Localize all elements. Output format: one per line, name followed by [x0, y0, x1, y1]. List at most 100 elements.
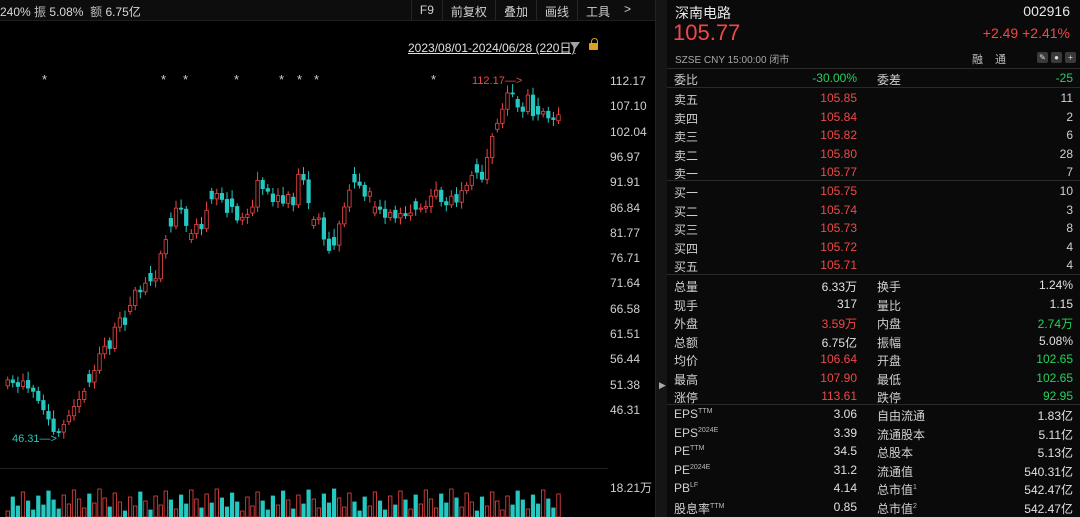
candle-body[interactable] — [342, 206, 347, 225]
candle-body[interactable] — [66, 415, 71, 423]
candle-body[interactable] — [265, 188, 270, 192]
candle-body[interactable] — [184, 208, 189, 226]
candle-body[interactable] — [245, 214, 250, 218]
candle-body[interactable] — [444, 201, 449, 206]
candle-body[interactable] — [168, 218, 173, 227]
candle-body[interactable] — [275, 195, 281, 202]
candle-body[interactable] — [505, 92, 510, 110]
candle-body[interactable] — [148, 272, 153, 282]
candle-body[interactable] — [337, 223, 342, 246]
candle-body[interactable] — [515, 99, 520, 108]
candle-body[interactable] — [306, 179, 311, 204]
candle-body[interactable] — [546, 110, 551, 119]
candle-body[interactable] — [556, 114, 561, 122]
order-book-row[interactable]: 卖四 105.84 2 — [667, 108, 1080, 126]
candle-body[interactable] — [235, 206, 240, 221]
candle-body[interactable] — [173, 207, 179, 227]
chevron-right-icon[interactable]: ▶ — [659, 380, 666, 391]
candle-body[interactable] — [326, 238, 332, 251]
order-book-row[interactable]: 卖三 105.82 6 — [667, 126, 1080, 144]
order-book-row[interactable]: 卖五 105.85 11 — [667, 89, 1080, 107]
candle-body[interactable] — [82, 390, 87, 400]
candle-body[interactable] — [372, 206, 378, 214]
candle-body[interactable] — [367, 191, 372, 197]
f9-button[interactable]: F9 — [410, 0, 442, 20]
candle-body[interactable] — [77, 399, 82, 407]
candle-body[interactable] — [500, 108, 505, 124]
candle-body[interactable] — [469, 175, 474, 186]
order-book-row[interactable]: 买五 105.71 4 — [667, 256, 1080, 274]
kline-chart-area[interactable]: 240% 振 5.08% 额 6.75亿 F9 前复权 叠加 画线 工具 > 2… — [0, 0, 655, 517]
candle-body[interactable] — [403, 213, 408, 217]
candle-body[interactable] — [138, 289, 143, 293]
candle-body[interactable] — [112, 326, 117, 349]
candle-body[interactable] — [357, 181, 362, 186]
candle-body[interactable] — [25, 380, 31, 389]
candle-body[interactable] — [260, 179, 265, 189]
candle-body[interactable] — [398, 213, 403, 219]
candle-body[interactable] — [347, 189, 352, 208]
candle-body[interactable] — [464, 184, 469, 192]
order-book-row[interactable]: 买二 105.74 3 — [667, 201, 1080, 219]
candle-body[interactable] — [214, 193, 219, 200]
candle-body[interactable] — [250, 206, 255, 214]
candle-body[interactable] — [41, 400, 46, 411]
candle-body[interactable] — [291, 196, 296, 206]
order-book-row[interactable]: 买三 105.73 8 — [667, 219, 1080, 237]
candle-body[interactable] — [352, 174, 357, 183]
candle-body[interactable] — [127, 305, 133, 312]
candle-body[interactable] — [454, 194, 459, 203]
candle-body[interactable] — [530, 94, 536, 117]
candle-body[interactable] — [20, 380, 26, 387]
candle-body[interactable] — [189, 233, 194, 241]
candle-body[interactable] — [97, 353, 102, 372]
candle-body[interactable] — [71, 406, 77, 417]
candle-body[interactable] — [5, 379, 10, 387]
candlestick-chart[interactable] — [0, 60, 608, 517]
candle-body[interactable] — [316, 217, 321, 220]
candle-body[interactable] — [525, 94, 531, 112]
bell-icon[interactable]: ● — [1051, 52, 1062, 63]
candle-body[interactable] — [331, 237, 337, 246]
caret-down-icon[interactable] — [570, 42, 580, 49]
draw-line-button[interactable]: 画线 — [535, 0, 577, 20]
candle-body[interactable] — [362, 184, 367, 197]
candle-body[interactable] — [194, 224, 199, 235]
candle-body[interactable] — [484, 157, 490, 180]
candle-body[interactable] — [102, 345, 107, 355]
candle-body[interactable] — [92, 370, 97, 383]
candle-body[interactable] — [178, 207, 184, 210]
overlay-button[interactable]: 叠加 — [494, 0, 536, 20]
candle-body[interactable] — [15, 382, 21, 387]
order-book-row[interactable]: 买四 105.72 4 — [667, 238, 1080, 256]
candle-body[interactable] — [311, 219, 316, 226]
candle-body[interactable] — [510, 92, 515, 95]
candle-body[interactable] — [143, 282, 148, 293]
candle-body[interactable] — [439, 189, 444, 202]
candle-body[interactable] — [107, 340, 112, 349]
candle-body[interactable] — [153, 278, 158, 282]
pencil-icon[interactable]: ✎ — [1037, 52, 1048, 63]
candle-body[interactable] — [158, 253, 163, 280]
candle-body[interactable] — [10, 379, 15, 384]
candle-body[interactable] — [413, 201, 418, 210]
candle-body[interactable] — [388, 212, 393, 218]
candle-body[interactable] — [209, 190, 214, 200]
candle-body[interactable] — [204, 209, 209, 230]
candle-body[interactable] — [255, 179, 260, 208]
candle-body[interactable] — [418, 207, 423, 210]
candle-body[interactable] — [541, 110, 546, 115]
candle-body[interactable] — [428, 195, 434, 207]
candle-body[interactable] — [87, 374, 92, 383]
candle-body[interactable] — [536, 106, 541, 115]
candle-body[interactable] — [61, 424, 66, 433]
candle-body[interactable] — [36, 390, 41, 401]
candle-body[interactable] — [449, 195, 454, 206]
candle-body[interactable] — [321, 217, 327, 240]
candle-body[interactable] — [423, 206, 429, 209]
order-book-row[interactable]: 卖二 105.80 28 — [667, 145, 1080, 163]
candle-body[interactable] — [490, 135, 495, 158]
candle-body[interactable] — [31, 387, 36, 392]
order-book-row[interactable]: 买一 105.75 10 — [667, 182, 1080, 200]
candle-body[interactable] — [270, 193, 276, 202]
